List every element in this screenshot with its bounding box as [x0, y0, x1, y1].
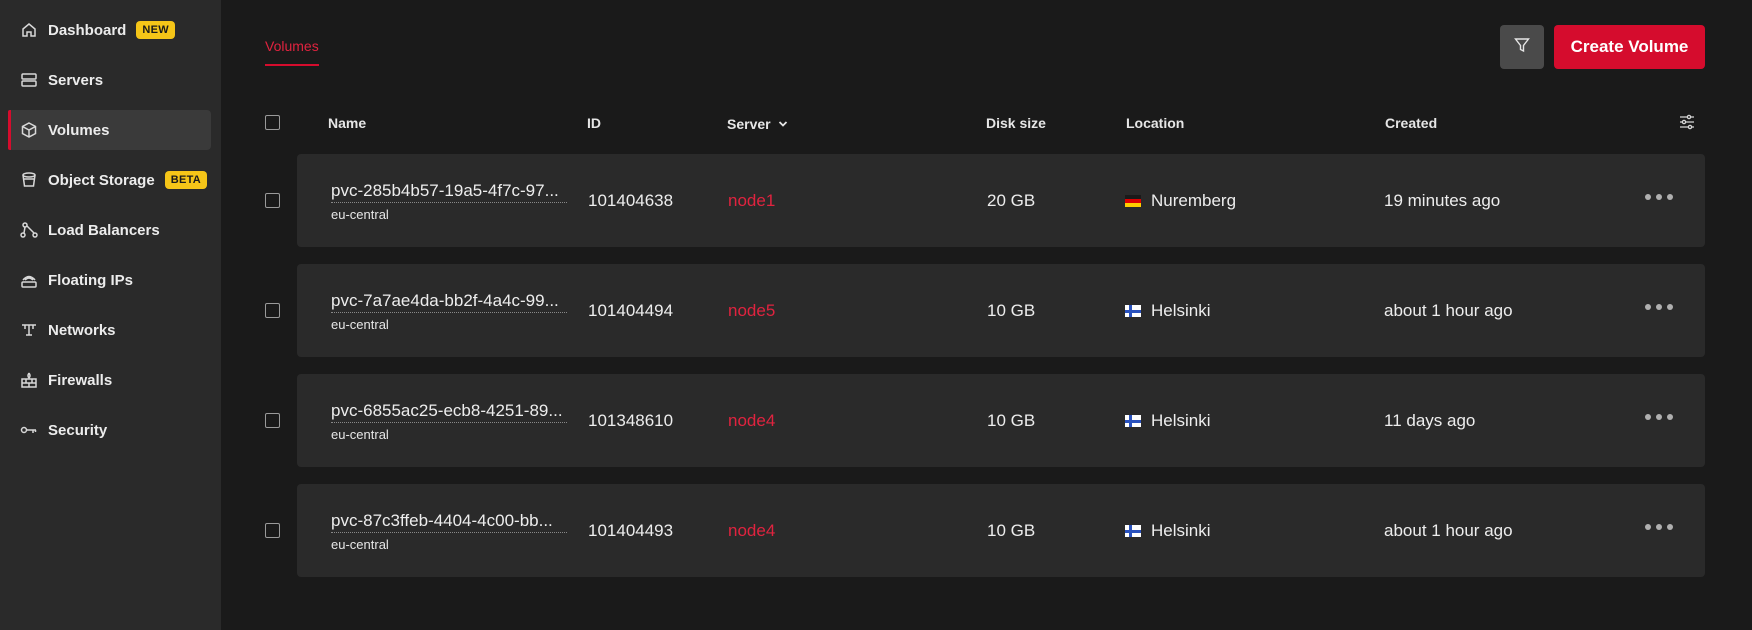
home-icon	[20, 21, 38, 39]
table-row[interactable]: pvc-87c3ffeb-4404-4c00-bb... eu-central …	[297, 484, 1705, 577]
more-options-icon[interactable]	[1641, 300, 1677, 314]
column-server[interactable]: Server	[727, 115, 788, 132]
created-time: about 1 hour ago	[1384, 301, 1513, 320]
column-server-label: Server	[727, 116, 771, 132]
location-name: Nuremberg	[1151, 191, 1237, 210]
volume-region: eu-central	[331, 537, 389, 552]
sidebar-item-label: Networks	[48, 321, 116, 339]
sidebar-item-firewalls[interactable]: Firewalls	[8, 360, 211, 400]
disk-size: 10 GB	[987, 521, 1036, 540]
location-name: Helsinki	[1151, 521, 1211, 540]
firewall-icon	[20, 371, 38, 389]
row-checkbox[interactable]	[265, 193, 280, 208]
table-row[interactable]: pvc-7a7ae4da-bb2f-4a4c-99... eu-central …	[297, 264, 1705, 357]
tab-volumes[interactable]: Volumes	[265, 38, 319, 66]
server-link[interactable]: node1	[728, 191, 775, 211]
sidebar-item-label: Load Balancers	[48, 221, 160, 239]
sidebar-item-security[interactable]: Security	[8, 410, 211, 450]
volume-id: 101348610	[588, 411, 674, 430]
volume-region: eu-central	[331, 427, 389, 442]
more-options-icon[interactable]	[1641, 410, 1677, 424]
volume-id: 101404493	[588, 521, 674, 540]
column-location[interactable]: Location	[1126, 115, 1184, 131]
table-row[interactable]: pvc-6855ac25-ecb8-4251-89... eu-central …	[297, 374, 1705, 467]
sidebar-item-label: Dashboard	[48, 21, 127, 39]
sidebar-item-label: Object Storage	[48, 171, 155, 189]
column-id[interactable]: ID	[587, 115, 601, 131]
location-name: Helsinki	[1151, 411, 1211, 430]
server-link[interactable]: node4	[728, 411, 775, 431]
sidebar-item-networks[interactable]: Networks	[8, 310, 211, 350]
table-header: Name ID Server Disk size Location Create…	[0, 113, 1752, 133]
table-row[interactable]: pvc-285b4b57-19a5-4f7c-97... eu-central …	[297, 154, 1705, 247]
volume-id: 101404494	[588, 301, 674, 320]
location: Nuremberg	[1125, 191, 1236, 211]
more-options-icon[interactable]	[1641, 520, 1677, 534]
finland-flag-icon	[1125, 305, 1141, 317]
volume-region: eu-central	[331, 317, 389, 332]
column-disk-size[interactable]: Disk size	[986, 115, 1046, 131]
sidebar-item-servers[interactable]: Servers	[8, 60, 211, 100]
location-name: Helsinki	[1151, 301, 1211, 320]
server-link[interactable]: node5	[728, 301, 775, 321]
location: Helsinki	[1125, 521, 1211, 541]
chevron-down-icon	[778, 115, 788, 131]
sidebar-item-object-storage[interactable]: Object Storage BETA	[8, 160, 211, 200]
key-icon	[20, 421, 38, 439]
column-settings-icon[interactable]	[1679, 114, 1695, 130]
filter-icon	[1513, 36, 1531, 59]
server-link[interactable]: node4	[728, 521, 775, 541]
bucket-icon	[20, 171, 38, 189]
column-name[interactable]: Name	[328, 115, 366, 131]
disk-size: 10 GB	[987, 411, 1036, 430]
location: Helsinki	[1125, 411, 1211, 431]
finland-flag-icon	[1125, 525, 1141, 537]
finland-flag-icon	[1125, 415, 1141, 427]
volume-name-link[interactable]: pvc-7a7ae4da-bb2f-4a4c-99...	[331, 291, 567, 313]
load-balancer-icon	[20, 221, 38, 239]
created-time: about 1 hour ago	[1384, 521, 1513, 540]
column-created[interactable]: Created	[1385, 115, 1437, 131]
volume-name-link[interactable]: pvc-87c3ffeb-4404-4c00-bb...	[331, 511, 567, 533]
more-options-icon[interactable]	[1641, 190, 1677, 204]
network-icon	[20, 321, 38, 339]
sidebar: Dashboard NEW Servers Volumes Object Sto…	[0, 0, 221, 630]
sidebar-item-load-balancers[interactable]: Load Balancers	[8, 210, 211, 250]
filter-button[interactable]	[1500, 25, 1544, 69]
servers-icon	[20, 71, 38, 89]
disk-size: 20 GB	[987, 191, 1036, 210]
germany-flag-icon	[1125, 195, 1141, 207]
created-time: 11 days ago	[1384, 411, 1476, 430]
volume-name-link[interactable]: pvc-285b4b57-19a5-4f7c-97...	[331, 181, 567, 203]
volume-region: eu-central	[331, 207, 389, 222]
floating-ip-icon	[20, 271, 38, 289]
new-badge: NEW	[136, 21, 175, 39]
sidebar-item-label: Servers	[48, 71, 104, 89]
beta-badge: BETA	[164, 171, 208, 189]
row-checkbox[interactable]	[265, 523, 280, 538]
location: Helsinki	[1125, 301, 1211, 321]
sidebar-item-label: Security	[48, 421, 108, 439]
sidebar-item-dashboard[interactable]: Dashboard NEW	[8, 10, 211, 50]
created-time: 19 minutes ago	[1384, 191, 1501, 210]
sidebar-item-label: Firewalls	[48, 371, 113, 389]
volume-id: 101404638	[588, 191, 674, 210]
create-volume-button[interactable]: Create Volume	[1554, 25, 1705, 69]
sidebar-item-label: Floating IPs	[48, 271, 134, 289]
row-checkbox[interactable]	[265, 413, 280, 428]
volume-name-link[interactable]: pvc-6855ac25-ecb8-4251-89...	[331, 401, 567, 423]
disk-size: 10 GB	[987, 301, 1036, 320]
row-checkbox[interactable]	[265, 303, 280, 318]
sidebar-item-floating-ips[interactable]: Floating IPs	[8, 260, 211, 300]
select-all-checkbox[interactable]	[265, 115, 280, 130]
